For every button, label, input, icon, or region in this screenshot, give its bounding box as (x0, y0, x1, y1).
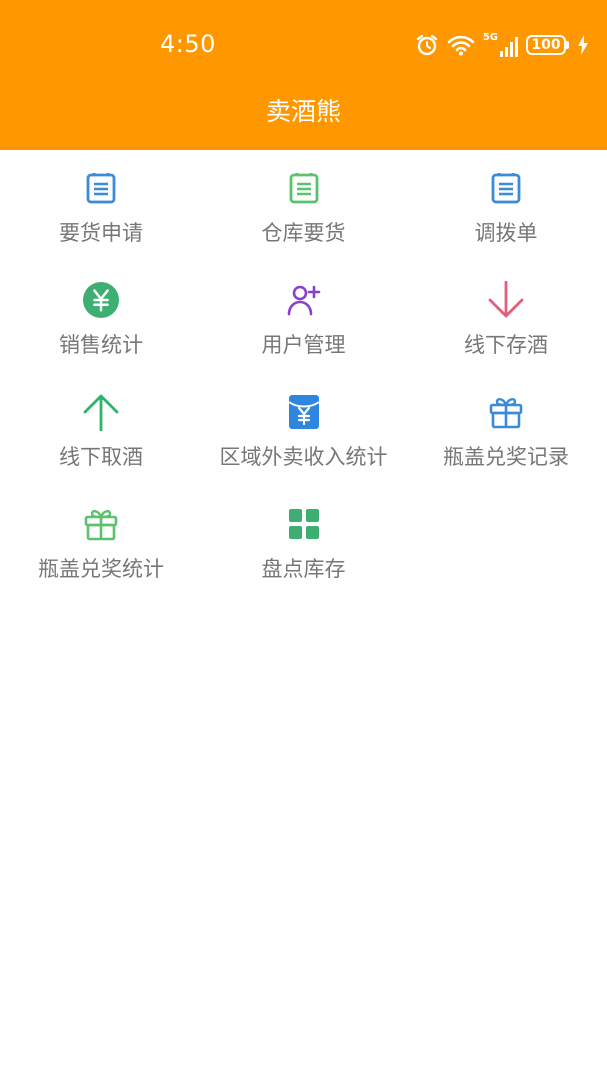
red-envelope-icon (286, 394, 322, 430)
document-list-icon (488, 170, 524, 206)
menu-grid: 要货申请 仓库要货 调拨单 销售统计 用户管理 线下存酒 线下取酒 区域外卖收入… (0, 150, 607, 598)
menu-item-label: 瓶盖兑奖记录 (443, 445, 569, 469)
menu-item-stock-request[interactable]: 要货申请 (0, 150, 202, 262)
menu-item-regional-delivery-income[interactable]: 区域外卖收入统计 (202, 374, 405, 486)
charging-icon (577, 35, 589, 55)
menu-item-transfer-order[interactable]: 调拨单 (405, 150, 607, 262)
battery-icon: 100 (526, 35, 569, 55)
document-list-icon (286, 170, 322, 206)
wifi-icon (447, 34, 475, 56)
status-icons: 5G 100 (415, 30, 589, 60)
document-list-icon (83, 170, 119, 206)
menu-item-label: 区域外卖收入统计 (219, 445, 388, 469)
grid-icon (286, 506, 322, 542)
menu-item-label: 调拨单 (474, 221, 538, 245)
menu-item-label: 盘点库存 (261, 557, 346, 581)
gift-icon (83, 506, 119, 542)
signal-5g-icon: 5G (483, 33, 518, 57)
network-type: 5G (482, 32, 498, 43)
battery-level: 100 (526, 35, 566, 55)
arrow-up-icon (83, 394, 119, 431)
menu-item-label: 要货申请 (59, 221, 143, 245)
menu-item-offline-withdraw[interactable]: 线下取酒 (0, 374, 202, 486)
menu-item-offline-deposit[interactable]: 线下存酒 (405, 262, 607, 374)
yuan-circle-icon (83, 282, 119, 318)
gift-icon (488, 394, 524, 430)
menu-item-user-management[interactable]: 用户管理 (202, 262, 405, 374)
menu-item-label: 线下存酒 (464, 333, 548, 357)
menu-item-label: 销售统计 (59, 333, 143, 357)
alarm-icon (415, 33, 439, 57)
menu-item-warehouse-request[interactable]: 仓库要货 (202, 150, 405, 262)
menu-item-inventory-check[interactable]: 盘点库存 (202, 486, 405, 598)
menu-item-bottle-cap-redeem-stats[interactable]: 瓶盖兑奖统计 (0, 486, 202, 598)
menu-item-label: 线下取酒 (59, 445, 143, 469)
page-title: 卖酒熊 (265, 97, 341, 126)
app-header: 4:50 5G 100 卖酒熊 (0, 0, 607, 150)
status-bar: 4:50 5G 100 (0, 0, 607, 90)
menu-item-bottle-cap-redeem-records[interactable]: 瓶盖兑奖记录 (405, 374, 607, 486)
menu-item-label: 用户管理 (261, 333, 346, 357)
status-time: 4:50 (160, 30, 216, 58)
menu-item-sales-stats[interactable]: 销售统计 (0, 262, 202, 374)
arrow-down-icon (488, 281, 524, 318)
add-user-icon (286, 282, 322, 318)
menu-item-label: 仓库要货 (261, 221, 346, 245)
menu-item-label: 瓶盖兑奖统计 (38, 557, 164, 581)
